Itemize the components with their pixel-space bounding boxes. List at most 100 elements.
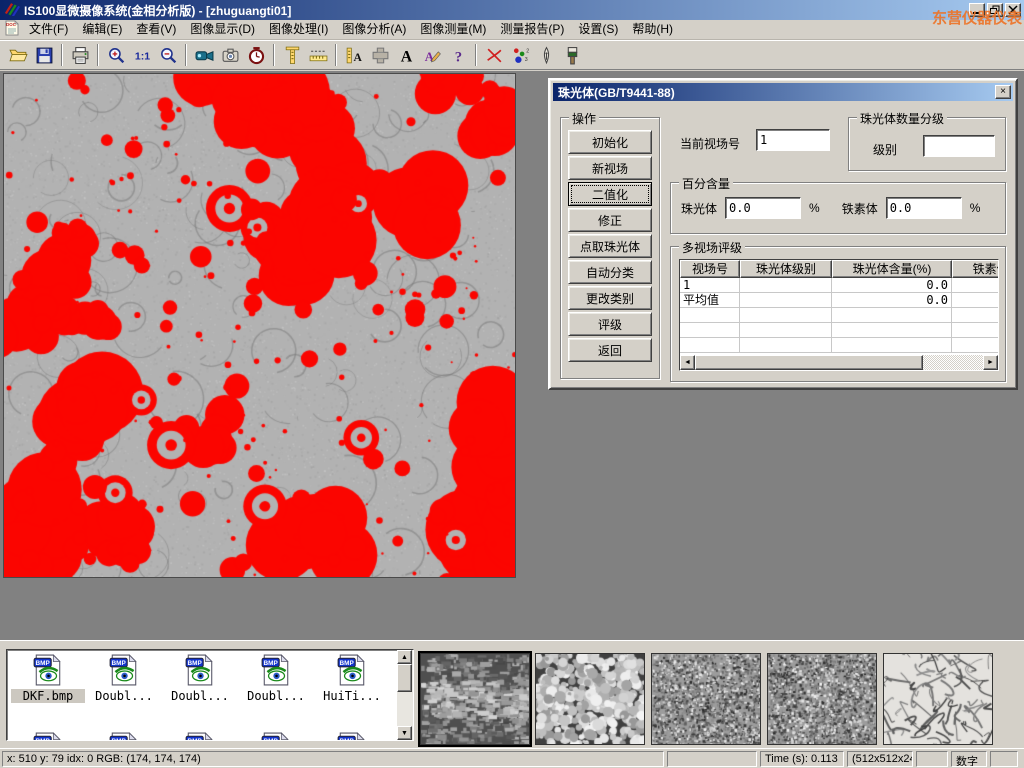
table-cell xyxy=(740,338,832,353)
annotate-button[interactable]: A xyxy=(419,43,445,68)
open-file-button[interactable] xyxy=(5,43,31,68)
menu-edit[interactable]: 编辑(E) xyxy=(75,20,129,39)
help-button[interactable]: ? xyxy=(445,43,471,68)
file-item[interactable]: BMPDoubl... xyxy=(239,654,313,703)
ferrite-percent-input[interactable] xyxy=(886,197,962,219)
print-button[interactable] xyxy=(67,43,93,68)
camera-button[interactable] xyxy=(217,43,243,68)
multi-field-group-label: 多视场评级 xyxy=(679,239,745,256)
file-item[interactable]: BMP xyxy=(163,732,237,740)
menu-measure-report[interactable]: 测量报告(P) xyxy=(493,20,571,39)
file-item[interactable]: BMPHuiTi... xyxy=(315,654,389,703)
initialize-button[interactable]: 初始化 xyxy=(568,130,652,154)
bmp-file-icon: BMP xyxy=(109,654,139,689)
return-button[interactable]: 返回 xyxy=(568,338,652,362)
svg-text:3: 3 xyxy=(524,56,527,62)
text-a-button[interactable]: A xyxy=(393,43,419,68)
ruler-button[interactable] xyxy=(305,43,331,68)
table-hscrollbar[interactable]: ◄► xyxy=(680,355,998,370)
toolbar-separator xyxy=(61,44,63,66)
column-header[interactable]: 珠光体含量(%) xyxy=(832,260,952,278)
file-list-scrollbar[interactable]: ▲ ▼ xyxy=(397,650,413,740)
menu-view[interactable]: 查看(V) xyxy=(129,20,183,39)
rate-button[interactable]: 评级 xyxy=(568,312,652,336)
file-item[interactable]: BMP xyxy=(87,732,161,740)
scroll-thumb[interactable] xyxy=(397,664,412,692)
scroll-track[interactable] xyxy=(923,355,983,370)
file-item[interactable]: BMP xyxy=(239,732,313,740)
micrograph-image[interactable] xyxy=(3,73,516,578)
minimize-button[interactable] xyxy=(969,3,985,17)
auto-classify-button[interactable]: 自动分类 xyxy=(568,260,652,284)
pen-tool-icon xyxy=(537,46,556,65)
scroll-thumb[interactable] xyxy=(695,355,923,370)
table-row[interactable] xyxy=(680,323,998,338)
scroll-right-button[interactable]: ► xyxy=(983,355,998,370)
thumbnail[interactable] xyxy=(883,653,993,745)
file-name: HuiTi... xyxy=(315,689,389,703)
thumbnail[interactable] xyxy=(767,653,877,745)
column-header[interactable]: 铁素体含量(%) xyxy=(952,260,999,278)
timer-button[interactable] xyxy=(243,43,269,68)
menu-image-process[interactable]: 图像处理(I) xyxy=(262,20,335,39)
table-row[interactable] xyxy=(680,308,998,323)
table-cell xyxy=(952,308,999,323)
scroll-left-button[interactable]: ◄ xyxy=(680,355,695,370)
column-header[interactable]: 珠光体级别 xyxy=(740,260,832,278)
scroll-down-button[interactable]: ▼ xyxy=(397,726,412,740)
new-field-button[interactable]: 新视场 xyxy=(568,156,652,180)
thumbnail[interactable] xyxy=(535,653,645,745)
measure-text-button[interactable]: A xyxy=(341,43,367,68)
file-item[interactable]: BMPDKF.bmp xyxy=(11,654,85,703)
rating-table[interactable]: 视场号珠光体级别珠光体含量(%)铁素体含量(%)10.0平均值0.0◄► xyxy=(679,259,999,371)
toolbar-separator xyxy=(185,44,187,66)
dialog-title-bar[interactable]: 珠光体(GB/T9441-88) × xyxy=(553,83,1013,101)
table-row[interactable]: 平均值0.0 xyxy=(680,293,998,308)
scroll-up-button[interactable]: ▲ xyxy=(397,650,412,664)
curve-tool-button[interactable] xyxy=(481,43,507,68)
caliper-button[interactable] xyxy=(279,43,305,68)
file-item[interactable]: BMPDoubl... xyxy=(87,654,161,703)
pick-pearlite-button[interactable]: 点取珠光体 xyxy=(568,234,652,258)
pen-tool-button[interactable] xyxy=(533,43,559,68)
restore-button[interactable] xyxy=(987,3,1003,17)
thumbnail[interactable] xyxy=(651,653,761,745)
menu-file[interactable]: 文件(F) xyxy=(22,20,75,39)
table-cell xyxy=(952,278,999,293)
grid-cross-button[interactable] xyxy=(367,43,393,68)
application-window: IS100显微摄像系统(金相分析版) - [zhuguangti01] DOC … xyxy=(0,0,1024,768)
correct-button[interactable]: 修正 xyxy=(568,208,652,232)
video-camera-button[interactable] xyxy=(191,43,217,68)
zoom-in-button[interactable] xyxy=(103,43,129,68)
file-item[interactable]: BMP xyxy=(11,732,85,740)
menu-help[interactable]: 帮助(H) xyxy=(625,20,680,39)
menu-image-display[interactable]: 图像显示(D) xyxy=(183,20,262,39)
zoom-out-button[interactable] xyxy=(155,43,181,68)
save-button[interactable] xyxy=(31,43,57,68)
change-category-button[interactable]: 更改类别 xyxy=(568,286,652,310)
binarize-button[interactable]: 二值化 xyxy=(568,182,652,206)
brush-tool-button[interactable] xyxy=(559,43,585,68)
menu-settings[interactable]: 设置(S) xyxy=(571,20,625,39)
table-row[interactable] xyxy=(680,338,998,353)
thumbnail[interactable] xyxy=(420,653,530,745)
file-item[interactable]: BMPDoubl... xyxy=(163,654,237,703)
file-item[interactable]: BMP xyxy=(315,732,389,740)
close-button[interactable] xyxy=(1005,3,1021,17)
dialog-close-button[interactable]: × xyxy=(995,85,1011,99)
pearlite-percent-input-unit: % xyxy=(809,201,820,215)
column-header[interactable]: 视场号 xyxy=(680,260,740,278)
document-icon[interactable]: DOC xyxy=(4,20,20,39)
status-panel xyxy=(667,751,757,767)
menu-image-measure[interactable]: 图像测量(M) xyxy=(413,20,493,39)
actual-size-button[interactable]: 1:1 xyxy=(129,43,155,68)
pearlite-percent-input[interactable] xyxy=(725,197,801,219)
toolbar-separator xyxy=(475,44,477,66)
grade-input[interactable] xyxy=(923,135,995,157)
table-row[interactable]: 10.0 xyxy=(680,278,998,293)
current-field-input[interactable] xyxy=(756,129,830,151)
ruler-icon xyxy=(309,46,328,65)
file-browser: BMPDKF.bmpBMPDoubl...BMPDoubl...BMPDoubl… xyxy=(6,649,414,741)
menu-image-analysis[interactable]: 图像分析(A) xyxy=(335,20,413,39)
count-points-button[interactable]: 23 xyxy=(507,43,533,68)
